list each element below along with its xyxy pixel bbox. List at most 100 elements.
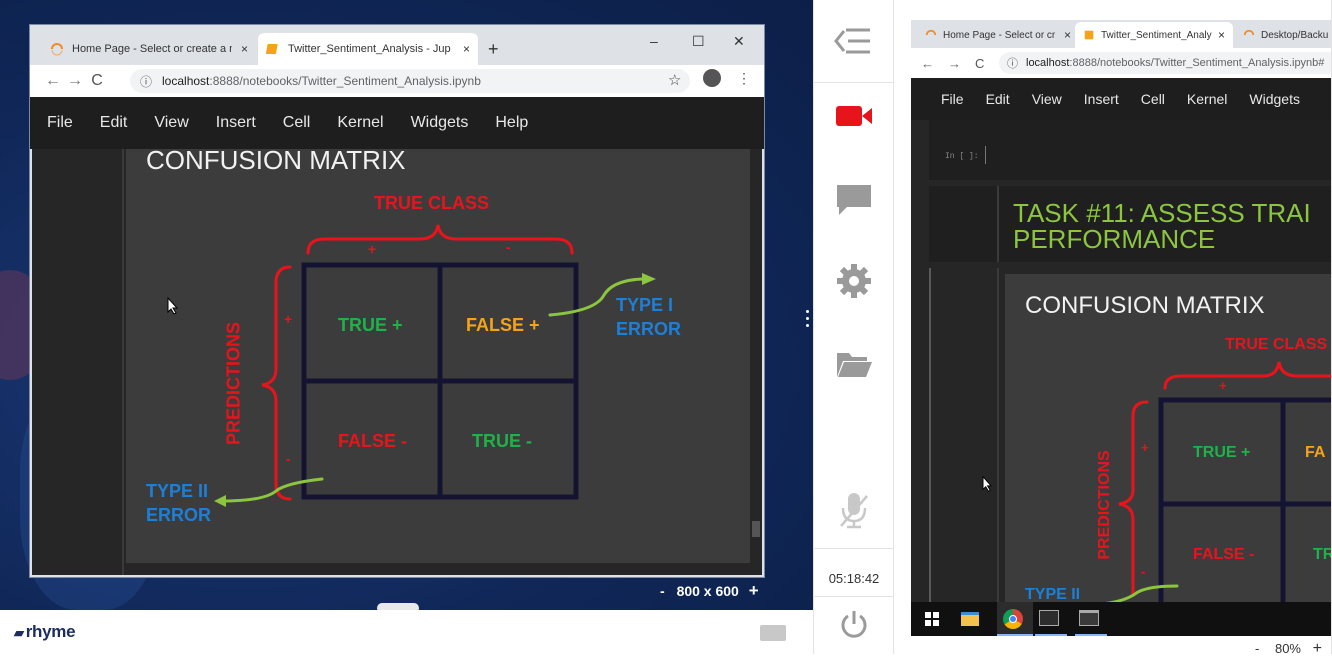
right-jupyter-menubar: File Edit View Insert Cell Kernel Widget… <box>911 78 1332 120</box>
tab-label: Desktop/Backu <box>1261 29 1329 41</box>
menu-insert[interactable]: Insert <box>1084 91 1119 107</box>
presenter-view[interactable]: Home Page - Select or cr × Twitter_Senti… <box>911 20 1332 636</box>
terminal-icon[interactable] <box>1039 610 1059 626</box>
right-tab-notebook[interactable]: Twitter_Sentiment_Analy × <box>1075 22 1233 48</box>
right-minus-left: - <box>1141 564 1146 579</box>
forward-icon[interactable]: → <box>948 56 961 71</box>
tab-close-icon[interactable]: × <box>1058 28 1071 42</box>
reload-icon[interactable]: C <box>975 56 984 71</box>
bookmark-star-icon[interactable]: ☆ <box>668 71 681 89</box>
tab-close-icon[interactable]: × <box>1212 28 1225 42</box>
tab-notebook[interactable]: Twitter_Sentiment_Analysis - Jup × <box>258 33 478 65</box>
resolution-value: 800 x 600 <box>676 583 739 599</box>
back-icon[interactable]: ← <box>42 72 64 90</box>
drawer-handle[interactable] <box>377 603 419 610</box>
windows-start-icon[interactable] <box>925 612 939 626</box>
menu-cell[interactable]: Cell <box>283 114 311 132</box>
right-plus-top: + <box>1219 378 1227 393</box>
brand-mark-icon: ▰ <box>14 625 24 640</box>
more-menu-icon[interactable]: ⋮ <box>737 70 751 87</box>
remote-desktop-view[interactable]: Home Page - Select or create a n × Twitt… <box>0 0 813 610</box>
menu-help[interactable]: Help <box>495 114 528 132</box>
menu-edit[interactable]: Edit <box>986 91 1010 107</box>
video-camera-icon[interactable] <box>814 100 894 132</box>
new-tab-button[interactable]: + <box>488 39 499 60</box>
url-input[interactable]: ⓘ localhost :8888/notebooks/Twitter_Sent… <box>130 69 690 93</box>
zoom-control: - 80% + <box>1255 640 1322 658</box>
tab-close-icon[interactable]: × <box>457 42 470 56</box>
menu-cell[interactable]: Cell <box>1141 91 1165 107</box>
right-address-bar: ← → C ⓘ localhost :8888/notebooks/Twitte… <box>911 48 1332 78</box>
tab-home[interactable]: Home Page - Select or create a n × <box>42 33 256 65</box>
right-slide: CONFUSION MATRIX TRUE CLASS + PREDICTION… <box>1005 274 1332 602</box>
right-url-input[interactable]: ⓘ localhost :8888/notebooks/Twitter_Sent… <box>999 52 1332 74</box>
notebook-icon <box>1084 30 1094 40</box>
menu-edit[interactable]: Edit <box>100 114 128 132</box>
cell-false-positive: FALSE + <box>466 315 540 335</box>
forward-icon[interactable]: → <box>64 72 86 90</box>
chrome-icon[interactable] <box>1003 609 1023 629</box>
right-cell-true-positive: TRUE + <box>1193 444 1251 461</box>
cell-true-negative: TRUE - <box>472 431 532 451</box>
menu-widgets[interactable]: Widgets <box>411 114 469 132</box>
menu-widgets[interactable]: Widgets <box>1249 91 1300 107</box>
true-class-minus: - <box>506 239 511 255</box>
resolution-minus-button[interactable]: - <box>660 583 665 599</box>
window-app-icon[interactable] <box>1079 610 1099 626</box>
close-window-button[interactable]: ✕ <box>733 33 745 50</box>
tab-close-icon[interactable]: × <box>235 42 248 56</box>
url-host: localhost <box>1026 57 1070 69</box>
type-one-error: ERROR <box>616 319 682 339</box>
resolution-control: - 800 x 600 + <box>660 581 759 601</box>
brand-name: rhyme <box>25 622 76 641</box>
predictions-plus: + <box>284 311 293 327</box>
address-bar-row: ← → C ⓘ localhost :8888/notebooks/Twitte… <box>30 65 764 97</box>
back-icon[interactable]: ← <box>921 56 934 71</box>
type-one-label: TYPE I <box>616 295 674 315</box>
right-true-class-label: TRUE CLASS <box>1225 336 1328 353</box>
menu-view[interactable]: View <box>154 114 188 132</box>
keyboard-icon[interactable] <box>760 625 786 641</box>
right-notebook-area[interactable]: In [ ]: TASK #11: ASSESS TRAI PERFORMANC… <box>911 120 1332 602</box>
right-tab-desktop[interactable]: Desktop/Backu <box>1235 22 1332 48</box>
zoom-plus-button[interactable]: + <box>1313 640 1322 657</box>
session-timer: 05:18:42 <box>828 571 880 586</box>
collapse-menu-icon[interactable] <box>814 22 894 60</box>
type-one-arrowhead <box>642 273 656 285</box>
scrollbar-thumb[interactable] <box>752 521 760 537</box>
windows-taskbar <box>911 602 1332 636</box>
tab-strip: Home Page - Select or create a n × Twitt… <box>30 25 764 65</box>
maximize-button[interactable]: ☐ <box>692 33 705 50</box>
menu-insert[interactable]: Insert <box>216 114 256 132</box>
browser-window: Home Page - Select or create a n × Twitt… <box>29 24 765 578</box>
task-heading-line2: PERFORMANCE <box>1013 224 1216 254</box>
menu-file[interactable]: File <box>47 114 73 132</box>
tab-label: Home Page - Select or create a n <box>72 43 232 55</box>
confusion-matrix-slide: CONFUSION MATRIX TRUE CLASS + - PREDICTI… <box>126 149 750 563</box>
jupyter-loader-icon <box>925 29 937 36</box>
menu-file[interactable]: File <box>941 91 964 107</box>
slide-title: CONFUSION MATRIX <box>146 149 406 175</box>
menu-kernel[interactable]: Kernel <box>1187 91 1227 107</box>
chat-icon[interactable] <box>814 182 894 218</box>
gear-icon[interactable] <box>814 262 894 300</box>
tab-label: Home Page - Select or cr <box>943 29 1056 41</box>
resolution-plus-button[interactable]: + <box>749 581 759 600</box>
true-class-plus: + <box>368 241 377 257</box>
true-class-brace <box>306 224 574 255</box>
url-path: :8888/notebooks/Twitter_Sentiment_Analys… <box>1069 57 1325 69</box>
folder-icon[interactable] <box>814 348 894 380</box>
mouse-cursor-icon <box>167 297 179 315</box>
reload-icon[interactable]: C <box>86 72 108 90</box>
minimize-button[interactable]: – <box>650 33 658 49</box>
menu-kernel[interactable]: Kernel <box>337 114 383 132</box>
power-icon[interactable] <box>814 606 894 642</box>
type-two-error: ERROR <box>146 505 212 525</box>
microphone-muted-icon[interactable] <box>814 490 894 530</box>
account-icon[interactable] <box>703 69 721 87</box>
menu-view[interactable]: View <box>1032 91 1062 107</box>
file-explorer-icon[interactable] <box>961 612 979 626</box>
info-icon: ⓘ <box>140 74 153 89</box>
notebook-area[interactable]: CONFUSION MATRIX TRUE CLASS + - PREDICTI… <box>32 149 762 575</box>
right-tab-home[interactable]: Home Page - Select or cr × <box>917 22 1079 48</box>
